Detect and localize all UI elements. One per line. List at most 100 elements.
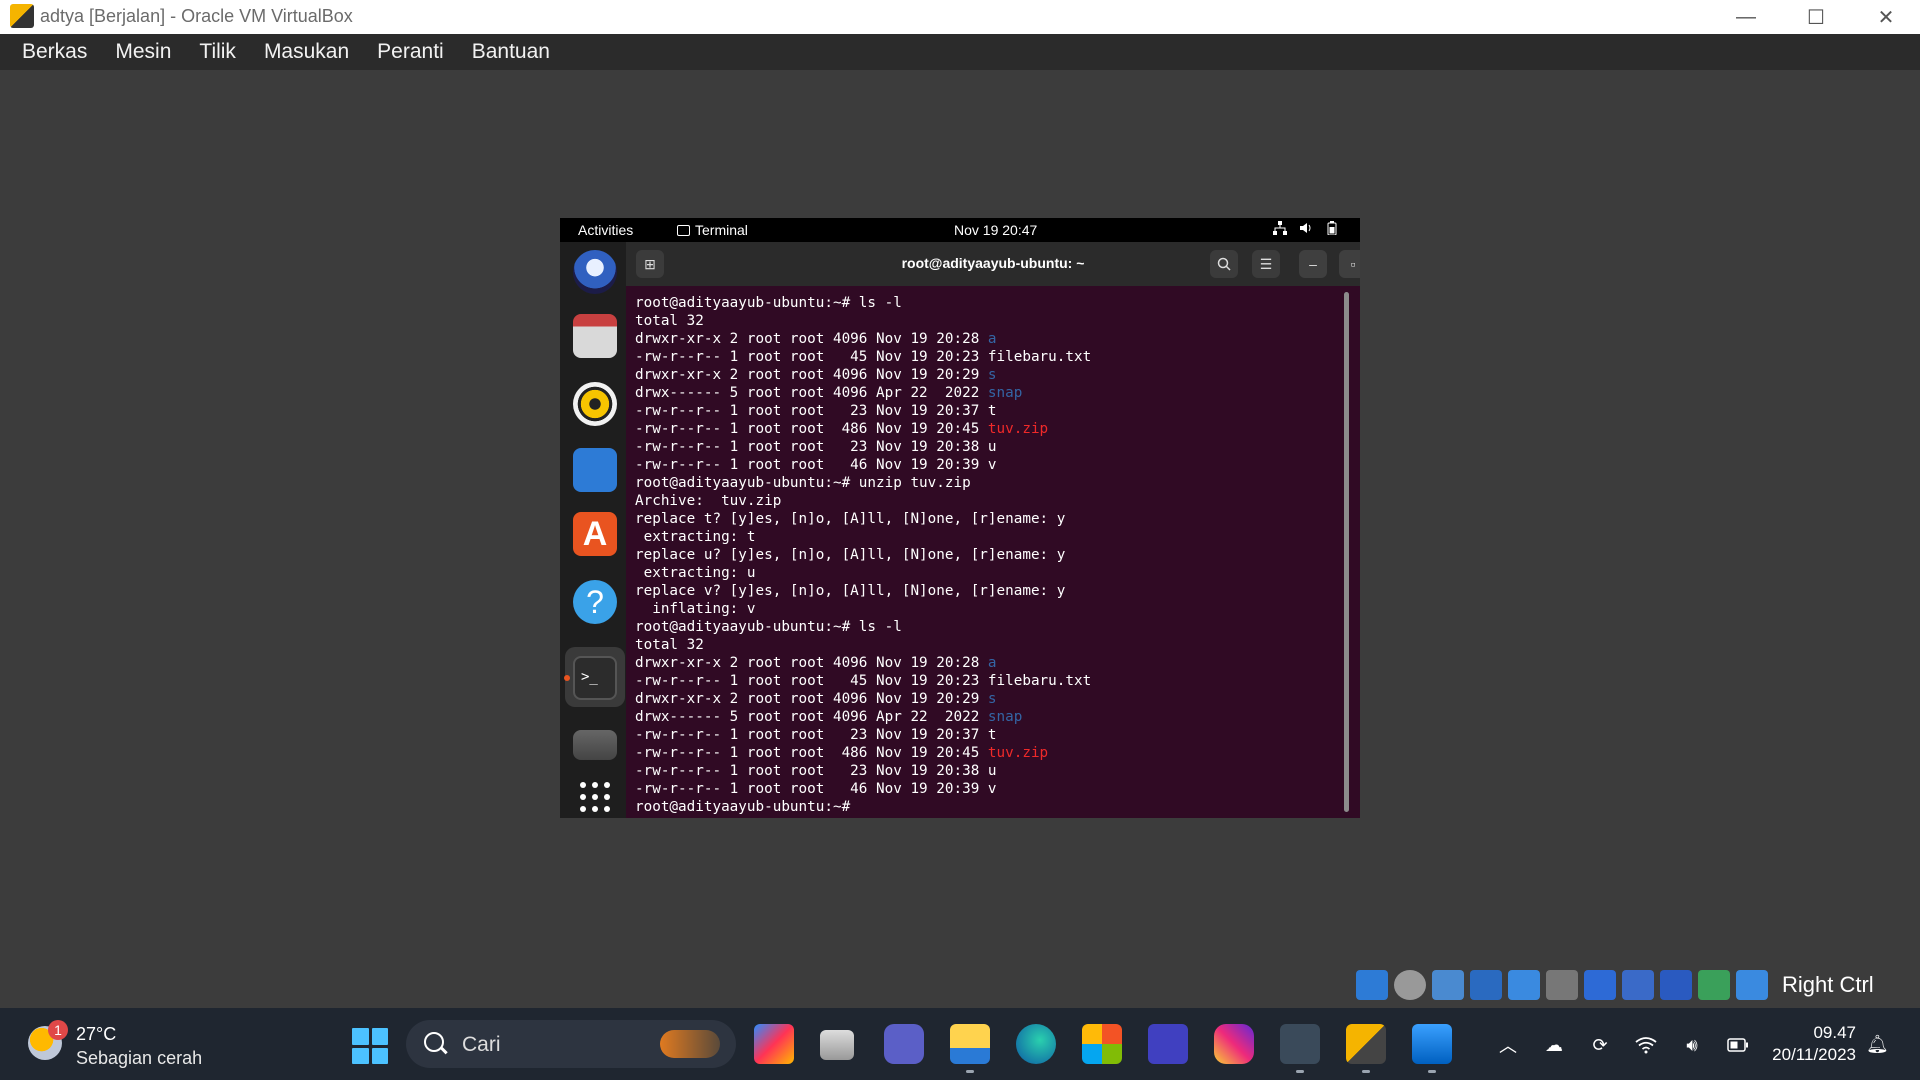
directory-name: a bbox=[987, 655, 997, 671]
network-adapter-icon[interactable] bbox=[1470, 970, 1502, 1000]
menu-bantuan[interactable]: Bantuan bbox=[458, 40, 564, 64]
terminal-line-text: -rw-r--r-- 1 root root 23 Nov 19 20:38 u bbox=[635, 439, 997, 455]
terminal-header-bar: ⊞ root@adityaayub-ubuntu: ~ ☰ – ▫ ✕ bbox=[626, 242, 1360, 286]
files-icon[interactable] bbox=[573, 314, 617, 358]
close-button[interactable]: ✕ bbox=[1856, 0, 1916, 34]
terminal-line-text: replace v? [y]es, [n]o, [A]ll, [N]one, [… bbox=[635, 583, 1066, 599]
rhythmbox-icon[interactable] bbox=[573, 382, 617, 426]
ubuntu-screen[interactable]: Activities Terminal Nov 19 20:47 A ? >_ bbox=[560, 218, 1360, 818]
terminal-icon[interactable]: >_ bbox=[573, 656, 617, 700]
speaker-icon[interactable]: 🔊︎ bbox=[1680, 1034, 1704, 1056]
terminal-line: root@adityaayub-ubuntu:~# unzip tuv.zip bbox=[635, 475, 971, 491]
terminal-line: inflating: v bbox=[635, 601, 756, 617]
minimize-button[interactable]: — bbox=[1716, 0, 1776, 34]
terminal-line-text: extracting: u bbox=[635, 565, 756, 581]
wifi-icon[interactable] bbox=[1634, 1034, 1658, 1056]
virtualbox-taskbar-icon[interactable] bbox=[1346, 1024, 1386, 1064]
terminal-line-text: inflating: v bbox=[635, 601, 756, 617]
cpu-icon[interactable] bbox=[1660, 970, 1692, 1000]
audio-icon[interactable] bbox=[1432, 970, 1464, 1000]
hard-disk-icon[interactable] bbox=[1356, 970, 1388, 1000]
weather-condition: Sebagian cerah bbox=[76, 1048, 203, 1068]
running-indicator bbox=[1362, 1070, 1370, 1073]
activities-button[interactable]: Activities bbox=[578, 222, 633, 238]
app-menu-label: Terminal bbox=[695, 222, 748, 238]
drive-icon[interactable] bbox=[573, 730, 617, 760]
app-menu-terminal[interactable]: Terminal bbox=[677, 222, 748, 238]
terminal-body[interactable]: root@adityaayub-ubuntu:~# ls -l total 32… bbox=[626, 286, 1360, 818]
search-icon[interactable] bbox=[1210, 250, 1238, 278]
terminal-line-text: -rw-r--r-- 1 root root 46 Nov 19 20:39 v bbox=[635, 457, 997, 473]
taskbar-clock[interactable]: 09.47 20/11/2023 bbox=[1756, 1022, 1856, 1066]
terminal-line: -rw-r--r-- 1 root root 23 Nov 19 20:37 t bbox=[635, 727, 997, 743]
mouse-integration-icon[interactable] bbox=[1698, 970, 1730, 1000]
shared-folder-icon[interactable] bbox=[1546, 970, 1578, 1000]
onedrive-error-icon[interactable]: ☁ bbox=[1542, 1034, 1566, 1056]
terminal-line: -rw-r--r-- 1 root root 486 Nov 19 20:45 … bbox=[635, 421, 1048, 437]
task-view-icon[interactable] bbox=[820, 1030, 854, 1060]
terminal-line-text: total 32 bbox=[635, 313, 704, 329]
photos-icon[interactable] bbox=[1412, 1024, 1452, 1064]
power-automate-icon[interactable] bbox=[1148, 1024, 1188, 1064]
terminal-line: -rw-r--r-- 1 root root 46 Nov 19 20:39 v bbox=[635, 781, 997, 797]
menu-masukan[interactable]: Masukan bbox=[250, 40, 363, 64]
help-icon[interactable]: ? bbox=[573, 580, 617, 624]
ubuntu-top-bar: Activities Terminal Nov 19 20:47 bbox=[560, 218, 1360, 242]
display-icon[interactable] bbox=[1584, 970, 1616, 1000]
menu-tilik[interactable]: Tilik bbox=[185, 40, 250, 64]
terminal-line: -rw-r--r-- 1 root root 23 Nov 19 20:38 u bbox=[635, 439, 997, 455]
microsoft-store-icon[interactable] bbox=[1082, 1024, 1122, 1064]
terminal-scrollbar[interactable] bbox=[1344, 292, 1349, 812]
chevron-up-icon[interactable]: ︿ bbox=[1496, 1034, 1520, 1056]
hamburger-menu-icon[interactable]: ☰ bbox=[1252, 250, 1280, 278]
running-indicator bbox=[1428, 1070, 1436, 1073]
show-applications-icon[interactable] bbox=[580, 782, 610, 812]
notification-bell-icon[interactable]: 🔔︎ bbox=[1866, 1034, 1889, 1056]
windows-taskbar: 1 27°C Sebagian cerah Cari ︿ ☁ ⟳ 🔊︎ 09.4… bbox=[0, 1008, 1920, 1080]
libreoffice-writer-icon[interactable] bbox=[573, 448, 617, 492]
ubuntu-dock: A ? >_ bbox=[560, 242, 626, 818]
menu-peranti[interactable]: Peranti bbox=[363, 40, 458, 64]
terminal-line-text: -rw-r--r-- 1 root root 486 Nov 19 20:45 bbox=[635, 421, 988, 437]
battery-icon[interactable] bbox=[1726, 1034, 1750, 1056]
edge-icon[interactable] bbox=[1016, 1024, 1056, 1064]
sync-icon[interactable]: ⟳ bbox=[1588, 1034, 1612, 1056]
ubuntu-clock[interactable]: Nov 19 20:47 bbox=[954, 222, 1037, 238]
terminal-line: -rw-r--r-- 1 root root 45 Nov 19 20:23 f… bbox=[635, 673, 1091, 689]
search-icon bbox=[424, 1032, 444, 1052]
instagram-icon[interactable] bbox=[1214, 1024, 1254, 1064]
usb-icon[interactable] bbox=[1508, 970, 1540, 1000]
thunderbird-icon[interactable] bbox=[573, 250, 617, 294]
ubuntu-software-icon[interactable]: A bbox=[573, 512, 617, 556]
terminal-line: total 32 bbox=[635, 313, 704, 329]
network-icon bbox=[1273, 221, 1287, 235]
window-title: adtya [Berjalan] - Oracle VM VirtualBox bbox=[40, 6, 353, 26]
terminal-line: drwx------ 5 root root 4096 Apr 22 2022 … bbox=[635, 709, 1022, 725]
teams-chat-icon[interactable] bbox=[884, 1024, 924, 1064]
3d-cube-app-icon[interactable] bbox=[1280, 1024, 1320, 1064]
search-highlight-image bbox=[660, 1030, 720, 1058]
ubuntu-system-tray[interactable] bbox=[1273, 221, 1339, 236]
terminal-line: root@adityaayub-ubuntu:~# bbox=[635, 799, 859, 815]
copilot-icon[interactable] bbox=[754, 1024, 794, 1064]
optical-drive-icon[interactable] bbox=[1394, 970, 1426, 1000]
file-explorer-icon[interactable] bbox=[950, 1024, 990, 1064]
terminal-line: drwx------ 5 root root 4096 Apr 22 2022 … bbox=[635, 385, 1022, 401]
terminal-line-text: -rw-r--r-- 1 root root 45 Nov 19 20:23 f… bbox=[635, 349, 1092, 365]
keyboard-capture-icon[interactable] bbox=[1736, 970, 1768, 1000]
video-capture-icon[interactable] bbox=[1622, 970, 1654, 1000]
maximize-icon[interactable]: ▫ bbox=[1339, 250, 1360, 278]
maximize-button[interactable]: ☐ bbox=[1786, 0, 1846, 34]
terminal-line-text: root@adityaayub-ubuntu:~# ls -l bbox=[635, 295, 902, 311]
terminal-line-text: drwxr-xr-x 2 root root 4096 Nov 19 20:29 bbox=[635, 691, 988, 707]
clock-time: 09.47 bbox=[1813, 1023, 1856, 1042]
terminal-line-text: replace u? [y]es, [n]o, [A]ll, [N]one, [… bbox=[635, 547, 1066, 563]
terminal-line: -rw-r--r-- 1 root root 23 Nov 19 20:38 u bbox=[635, 763, 997, 779]
minimize-icon[interactable]: – bbox=[1299, 250, 1327, 278]
start-button[interactable] bbox=[352, 1028, 388, 1064]
directory-name: snap bbox=[987, 709, 1023, 725]
taskbar-search[interactable]: Cari bbox=[406, 1020, 736, 1068]
terminal-line: total 32 bbox=[635, 637, 704, 653]
menu-mesin[interactable]: Mesin bbox=[101, 40, 185, 64]
menu-berkas[interactable]: Berkas bbox=[8, 40, 101, 64]
